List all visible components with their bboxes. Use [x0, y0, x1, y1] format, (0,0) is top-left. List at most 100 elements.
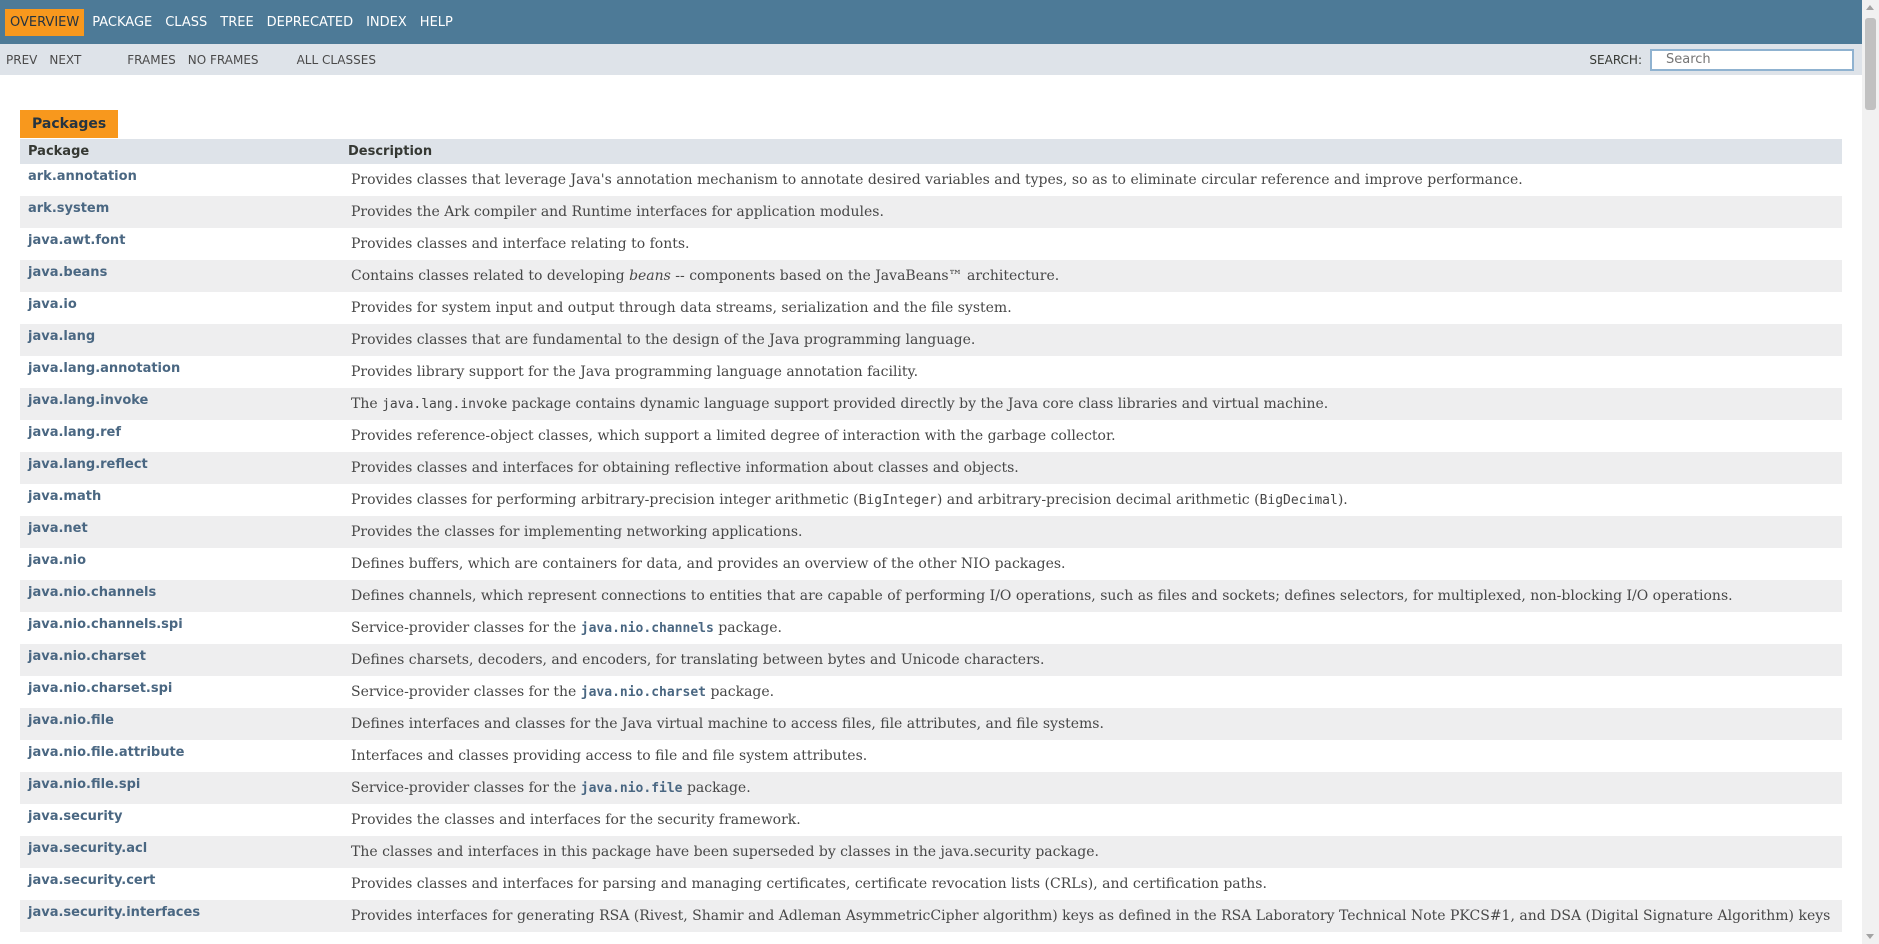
package-description: Provides classes and interfaces for obta…	[345, 452, 1842, 484]
package-description: Interfaces and classes providing access …	[345, 740, 1842, 772]
nav-class[interactable]: Class	[160, 9, 212, 36]
package-link[interactable]: java.security.acl	[20, 836, 345, 868]
nav-tree[interactable]: Tree	[215, 9, 258, 36]
package-link[interactable]: java.lang	[20, 324, 345, 356]
frames-link[interactable]: FRAMES	[127, 53, 176, 67]
package-description: Provides interfaces for generating RSA (…	[345, 900, 1842, 932]
packages-caption: Packages	[20, 110, 119, 138]
table-row: java.lang Provides classes that are funda…	[20, 324, 1842, 356]
search-label: SEARCH:	[1589, 52, 1642, 67]
nav-overview[interactable]: Overview	[5, 8, 85, 36]
nav-index[interactable]: Index	[361, 9, 412, 36]
package-link[interactable]: java.awt.font	[20, 228, 345, 260]
description-text: Provides library support for the Java pr…	[351, 364, 919, 380]
table-row: java.lang.ref Provides reference-object c…	[20, 420, 1842, 452]
package-code-link[interactable]: java.nio.channels	[581, 621, 714, 636]
package-description: Provides for system input and output thr…	[345, 292, 1842, 324]
description-text: package.	[706, 684, 775, 700]
description-text: Provides classes and interface relating …	[351, 236, 690, 252]
description-text: package contains dynamic language suppor…	[507, 396, 1329, 412]
nav-package[interactable]: Package	[87, 9, 157, 36]
search-box: SEARCH:	[1589, 48, 1854, 71]
package-link[interactable]: java.nio.channels.spi	[20, 612, 345, 644]
top-nav-list: Overview Package Class Tree Deprecated Index H…	[0, 8, 461, 36]
description-text: ) and arbitrary-precision decimal arithm…	[936, 492, 1260, 508]
package-link[interactable]: java.nio.file	[20, 708, 345, 740]
table-row: java.nio.channels Defines channels, which…	[20, 580, 1842, 612]
table-row: java.nio.channels.spi Service-provider cl…	[20, 612, 1842, 644]
table-row: java.security.cert Provides classes and i…	[20, 868, 1842, 900]
next-link[interactable]: NEXT	[49, 53, 81, 67]
package-link[interactable]: java.lang.annotation	[20, 356, 345, 388]
table-row: java.nio.file.attribute Interfaces and cl…	[20, 740, 1842, 772]
table-row: java.math Provides classes for performing…	[20, 484, 1842, 516]
description-text: BigInteger	[858, 493, 937, 508]
package-link[interactable]: java.nio	[20, 548, 345, 580]
package-link[interactable]: ark.system	[20, 196, 345, 228]
description-text: Provides classes for performing arbitrar…	[351, 492, 859, 508]
package-link[interactable]: java.io	[20, 292, 345, 324]
package-link[interactable]: java.security.cert	[20, 868, 345, 900]
scroll-down-icon[interactable]	[1866, 934, 1874, 939]
package-link[interactable]: java.lang.ref	[20, 420, 345, 452]
package-description: The java.lang.invoke package contains dy…	[345, 388, 1842, 420]
package-description: Defines interfaces and classes for the J…	[345, 708, 1842, 740]
description-text: Provides reference-object classes, which…	[351, 428, 1116, 444]
top-navbar: Overview Package Class Tree Deprecated Index H…	[0, 0, 1879, 44]
header-description: Description	[348, 144, 433, 159]
description-text: Contains classes related to developing	[351, 268, 630, 284]
description-text: Provides the Ark compiler and Runtime in…	[351, 204, 884, 220]
table-row: java.awt.font Provides classes and interf…	[20, 228, 1842, 260]
package-link[interactable]: java.nio.file.spi	[20, 772, 345, 804]
packages-table: Package Description ark.annotation Provid…	[20, 139, 1842, 932]
description-text: Provides classes and interfaces for pars…	[351, 876, 1267, 892]
description-text: Defines charsets, decoders, and encoders…	[351, 652, 1045, 668]
description-text: package.	[713, 620, 782, 636]
package-link[interactable]: java.lang.invoke	[20, 388, 345, 420]
package-code-link[interactable]: java.nio.file	[581, 781, 683, 796]
scroll-up-icon[interactable]	[1866, 5, 1874, 10]
package-link[interactable]: java.security	[20, 804, 345, 836]
scrollbar-thumb[interactable]	[1865, 18, 1876, 110]
package-code-link[interactable]: java.nio.charset	[581, 685, 706, 700]
package-description: Provides the classes for implementing ne…	[345, 516, 1842, 548]
description-text: Service-provider classes for the	[351, 780, 581, 796]
package-link[interactable]: java.security.interfaces	[20, 900, 345, 932]
package-description: Provides library support for the Java pr…	[345, 356, 1842, 388]
package-link[interactable]: java.net	[20, 516, 345, 548]
table-row: java.nio.charset.spi Service-provider cla…	[20, 676, 1842, 708]
table-row: java.nio.file Defines interfaces and clas…	[20, 708, 1842, 740]
package-link[interactable]: java.beans	[20, 260, 345, 292]
package-link[interactable]: java.nio.channels	[20, 580, 345, 612]
package-link[interactable]: java.lang.reflect	[20, 452, 345, 484]
description-text: Provides the classes and interfaces for …	[351, 812, 801, 828]
description-text: The classes and interfaces in this packa…	[351, 844, 1100, 860]
table-body: ark.annotation Provides classes that leve…	[20, 164, 1842, 932]
prev-link[interactable]: PREV	[6, 53, 37, 67]
package-link[interactable]: java.nio.charset	[20, 644, 345, 676]
description-text: Interfaces and classes providing access …	[351, 748, 868, 764]
package-link[interactable]: java.nio.charset.spi	[20, 676, 345, 708]
vertical-scrollbar[interactable]	[1862, 0, 1879, 944]
description-text: Provides the classes for implementing ne…	[351, 524, 803, 540]
package-link[interactable]: java.nio.file.attribute	[20, 740, 345, 772]
table-header: Package Description	[20, 139, 1842, 164]
all-classes-link[interactable]: ALL CLASSES	[297, 53, 376, 67]
nav-deprecated[interactable]: Deprecated	[262, 9, 358, 36]
description-text: package.	[682, 780, 751, 796]
description-text: Service-provider classes for the	[351, 684, 581, 700]
description-text: BigDecimal	[1259, 493, 1338, 508]
table-row: java.security.interfaces Provides interfa…	[20, 900, 1842, 932]
nav-help[interactable]: Help	[415, 9, 458, 36]
table-row: java.io Provides for system input and out…	[20, 292, 1842, 324]
package-link[interactable]: java.math	[20, 484, 345, 516]
package-link[interactable]: ark.annotation	[20, 164, 345, 196]
search-input[interactable]	[1650, 48, 1854, 71]
no-frames-link[interactable]: NO FRAMES	[188, 53, 259, 67]
description-text: Service-provider classes for the	[351, 620, 581, 636]
table-row: java.security Provides the classes and in…	[20, 804, 1842, 836]
table-row: ark.annotation Provides classes that leve…	[20, 164, 1842, 196]
package-description: Defines channels, which represent connec…	[345, 580, 1842, 612]
table-row: java.security.acl The classes and interfa…	[20, 836, 1842, 868]
package-description: Contains classes related to developing b…	[345, 260, 1842, 292]
